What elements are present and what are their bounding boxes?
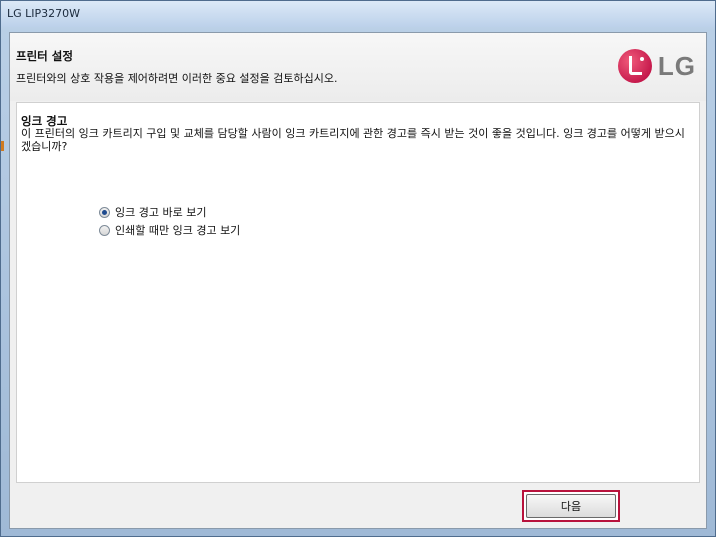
next-button-highlight: 다음 <box>522 490 620 522</box>
title-bar[interactable]: LG LIP3270W <box>1 1 715 27</box>
radio-show-immediately[interactable] <box>99 206 110 218</box>
lg-logo-text: LG <box>657 50 696 81</box>
window-edge-marker <box>1 141 4 151</box>
window-title: LG LIP3270W <box>7 7 81 20</box>
ink-warning-options: 잉크 경고 바로 보기 인쇄할 때만 잉크 경고 보기 <box>99 203 240 239</box>
page-title: 프린터 설정 <box>16 49 73 63</box>
content-panel: 잉크 경고 이 프린터의 잉크 카트리지 구입 및 교체를 담당할 사람이 잉크… <box>16 102 700 483</box>
option-label: 인쇄할 때만 잉크 경고 보기 <box>115 224 241 237</box>
header: 프린터 설정 프린터와의 상호 작용을 제어하려면 이러한 중요 설정을 검토하… <box>10 33 706 101</box>
radio-show-when-printing[interactable] <box>99 224 110 236</box>
next-button[interactable]: 다음 <box>526 494 616 518</box>
client-area: 프린터 설정 프린터와의 상호 작용을 제어하려면 이러한 중요 설정을 검토하… <box>9 32 707 529</box>
page-subtitle: 프린터와의 상호 작용을 제어하려면 이러한 중요 설정을 검토하십시오. <box>16 72 338 85</box>
footer: 다음 <box>10 483 706 528</box>
lg-logo: LG <box>617 49 696 83</box>
option-label: 잉크 경고 바로 보기 <box>115 206 207 219</box>
option-show-immediately[interactable]: 잉크 경고 바로 보기 <box>99 203 240 221</box>
setup-window: LG LIP3270W 프린터 설정 프린터와의 상호 작용을 제어하려면 이러… <box>0 0 716 537</box>
lg-logo-icon <box>617 49 652 83</box>
option-show-when-printing[interactable]: 인쇄할 때만 잉크 경고 보기 <box>99 221 240 239</box>
section-description: 이 프린터의 잉크 카트리지 구입 및 교체를 담당할 사람이 잉크 카트리지에… <box>21 127 685 153</box>
